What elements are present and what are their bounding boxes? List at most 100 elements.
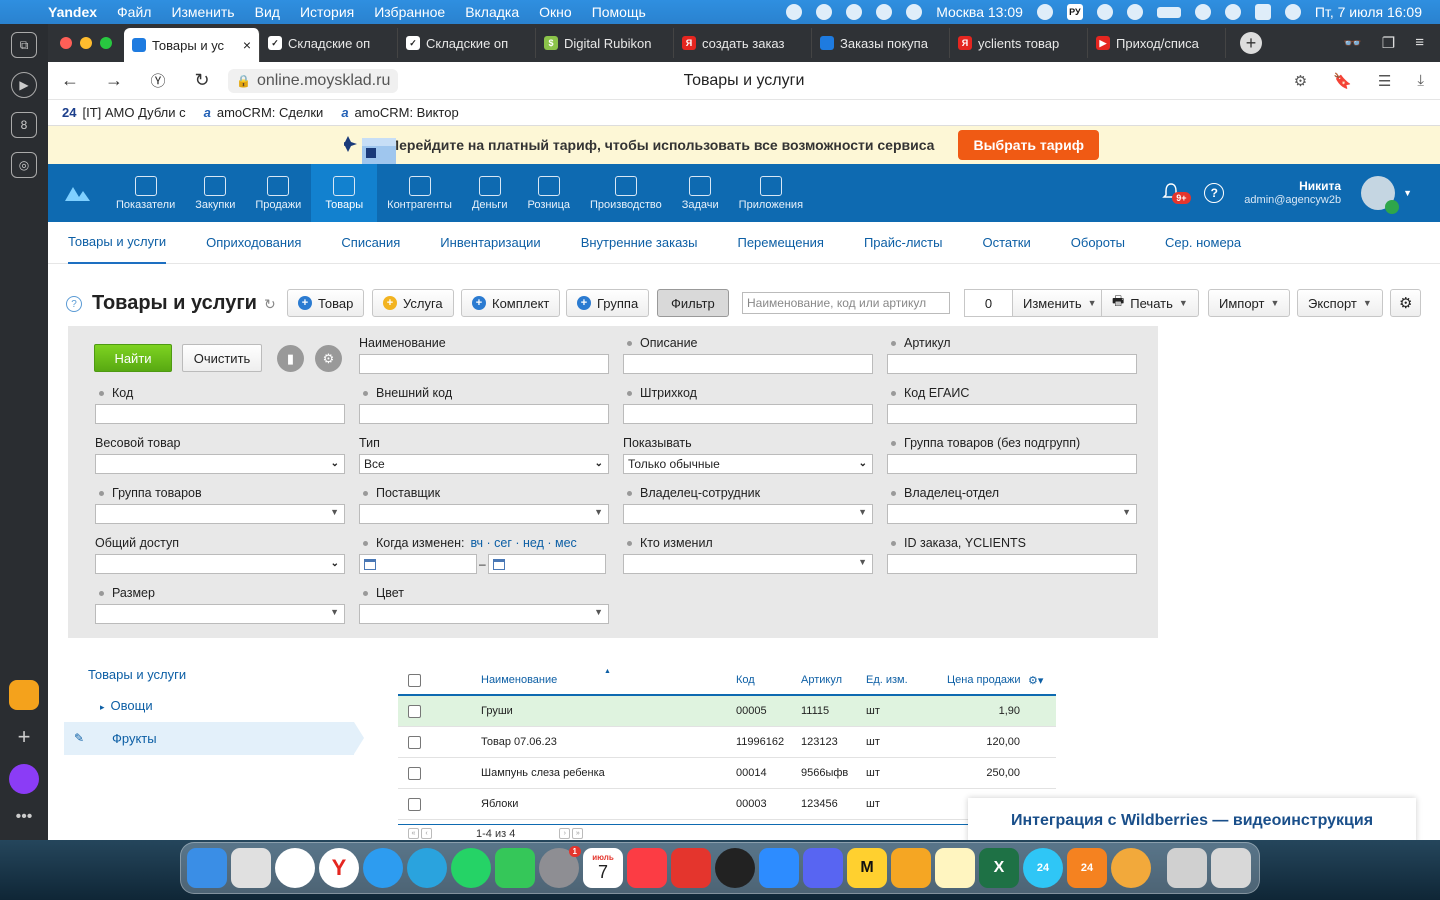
eye-icon[interactable] — [876, 4, 893, 20]
print-button[interactable]: 🖶 Печать ▼ — [1101, 289, 1199, 317]
anydesk-icon[interactable] — [671, 848, 711, 888]
telegram-icon[interactable] — [407, 848, 447, 888]
more-icon[interactable]: ••• — [16, 808, 33, 826]
zoom-icon[interactable] — [759, 848, 799, 888]
clock-app-icon[interactable] — [715, 848, 755, 888]
change-button[interactable]: Изменить ▼ — [1012, 289, 1108, 317]
date-to-input[interactable] — [487, 554, 606, 574]
nav-dashboard[interactable]: Показатели — [106, 164, 185, 222]
alice-icon[interactable] — [9, 764, 39, 794]
browser-tab[interactable]: ✓ Складские оп — [398, 28, 536, 58]
menu-help[interactable]: Помощь — [582, 4, 656, 20]
menu-file[interactable]: Файл — [107, 4, 161, 20]
bookmark-item[interactable]: 24 [IT] АМО Дубли с — [62, 105, 186, 120]
last-page-icon[interactable]: » — [572, 828, 584, 839]
menubar-datetime[interactable]: Пт, 7 июля 16:09 — [1315, 4, 1422, 20]
bitrix-icon[interactable] — [846, 4, 863, 20]
subnav-products-services[interactable]: Товары и услуги — [68, 222, 167, 264]
user-menu[interactable]: Никита admin@agencyw2b — [1244, 179, 1341, 207]
menu-history[interactable]: История — [290, 4, 364, 20]
menu-edit[interactable]: Изменить — [161, 4, 244, 20]
select-all-checkbox[interactable] — [408, 673, 421, 687]
notes-icon[interactable] — [935, 848, 975, 888]
article-input[interactable] — [887, 354, 1137, 374]
miro-icon[interactable]: M — [847, 848, 887, 888]
subnav-receipts[interactable]: Оприходования — [206, 222, 301, 264]
nav-products[interactable]: Товары — [311, 164, 378, 222]
col-article[interactable]: Артикул — [801, 674, 842, 686]
music-icon[interactable] — [627, 848, 667, 888]
notifications-button[interactable]: 9+ — [1162, 182, 1191, 204]
find-button[interactable]: Найти — [94, 344, 172, 372]
yandex-browser-icon[interactable]: Y — [319, 848, 359, 888]
safari-icon[interactable] — [363, 848, 403, 888]
first-page-icon[interactable]: « — [408, 828, 419, 839]
whatsapp-icon[interactable] — [451, 848, 491, 888]
browser-tab[interactable]: Товары и ус × — [124, 28, 260, 62]
copy-icon[interactable]: ❐ — [1382, 34, 1395, 52]
url-field[interactable]: 🔒 online.moysklad.ru — [228, 68, 399, 93]
moysklad-logo[interactable] — [48, 164, 106, 222]
search-icon[interactable] — [1224, 4, 1241, 20]
size-combo[interactable]: ▼ — [95, 604, 345, 624]
browser-tab[interactable]: Яyclients товар — [950, 28, 1088, 58]
bookmark-icon[interactable]: 🔖 — [1333, 72, 1352, 90]
calendar-icon[interactable]: июль 7 — [583, 848, 623, 888]
chevron-down-icon[interactable]: ▼ — [1403, 188, 1412, 198]
subnav-turnover[interactable]: Обороты — [1071, 222, 1125, 264]
subnav-inventory[interactable]: Инвентаризации — [440, 222, 540, 264]
chrome-icon[interactable] — [275, 848, 315, 888]
color-combo[interactable]: ▼ — [359, 604, 609, 624]
podcast-icon[interactable] — [906, 4, 923, 20]
add-kit-button[interactable]: + Комплект — [461, 289, 561, 317]
next-page-icon[interactable]: › — [559, 828, 571, 839]
table-row[interactable]: Товар 07.06.23 11996162 123123 шт 120,00 — [398, 727, 1056, 758]
zoom-window-button[interactable] — [100, 37, 112, 49]
subnav-serial-numbers[interactable]: Сер. номера — [1165, 222, 1241, 264]
new-tab-button[interactable]: + — [1240, 32, 1262, 54]
nav-sales[interactable]: Продажи — [245, 164, 311, 222]
nav-production[interactable]: Производство — [580, 164, 672, 222]
prev-page-icon[interactable]: ‹ — [421, 828, 432, 839]
filter-toggle-button[interactable]: Фильтр — [657, 289, 729, 317]
counter-icon[interactable] — [816, 4, 833, 20]
yandex-home-icon[interactable]: Ⓨ — [136, 70, 180, 91]
row-checkbox[interactable] — [408, 735, 421, 749]
external-code-input[interactable] — [359, 404, 609, 424]
code-input[interactable] — [95, 404, 345, 424]
who-changed-combo[interactable]: ▼ — [623, 554, 873, 574]
row-checkbox[interactable] — [408, 704, 421, 718]
forward-icon[interactable]: → — [92, 70, 136, 91]
tree-node[interactable]: ▸ Овощи — [64, 689, 354, 722]
table-row[interactable]: Яблоки 00003 123456 шт — [398, 789, 1056, 820]
col-unit[interactable]: Ед. изм. — [866, 674, 908, 686]
trash-icon[interactable] — [1211, 848, 1251, 888]
bookmark-item[interactable]: a amoCRM: Виктор — [341, 105, 458, 120]
expand-arrow-icon[interactable]: ▸ — [100, 702, 105, 712]
cell-name[interactable]: Груши — [481, 705, 513, 717]
menu-app[interactable]: Yandex — [38, 4, 107, 20]
control-center-icon[interactable] — [1254, 4, 1271, 20]
help-icon[interactable]: ? — [66, 296, 82, 312]
tree-root[interactable]: Товары и услуги — [64, 660, 354, 689]
date-from-input[interactable] — [359, 554, 477, 574]
world-clock[interactable]: Москва 13:09 — [936, 4, 1023, 20]
supplier-combo[interactable]: ▼ — [359, 504, 609, 524]
table-row[interactable]: Шампунь слеза ребенка 00014 9566ыфв шт 2… — [398, 758, 1056, 789]
glasses-icon[interactable]: 👓 — [1343, 34, 1362, 52]
add-group-button[interactable]: + Группа — [566, 289, 650, 317]
system-settings-icon[interactable]: 1 — [539, 846, 581, 888]
back-icon[interactable]: ← — [48, 70, 92, 91]
weight-select[interactable]: ⌄ — [95, 454, 345, 474]
battery-icon[interactable] — [1156, 6, 1181, 18]
wifi-icon[interactable] — [1194, 4, 1211, 20]
description-input[interactable] — [623, 354, 873, 374]
group-combo[interactable]: ▼ — [95, 504, 345, 524]
row-checkbox[interactable] — [408, 766, 421, 780]
counter-icon[interactable]: 8 — [11, 112, 37, 138]
group-nosub-input[interactable] — [887, 454, 1137, 474]
calendar-icon[interactable] — [364, 559, 376, 570]
clear-button[interactable]: Очистить — [182, 344, 262, 372]
subnav-internal-orders[interactable]: Внутренние заказы — [581, 222, 698, 264]
type-select[interactable]: Все ⌄ — [359, 454, 609, 474]
